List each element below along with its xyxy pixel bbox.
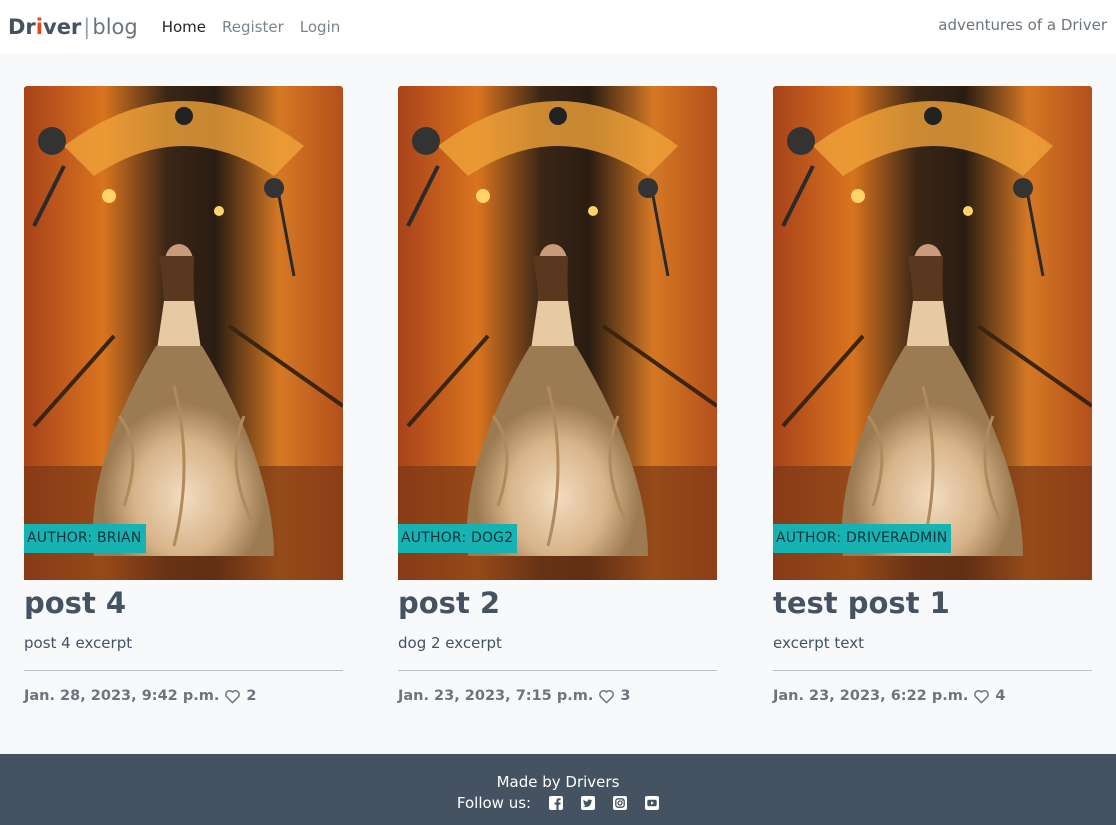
brand-logo[interactable]: Driver | blog xyxy=(8,15,138,39)
post-list: Author: Brian post 4 post 4 excerpt Jan.… xyxy=(24,86,1092,706)
nav-link-register[interactable]: Register xyxy=(222,18,284,36)
divider xyxy=(398,670,717,671)
post-photo xyxy=(398,86,717,580)
post-image[interactable]: Author: Brian xyxy=(24,86,343,580)
follow-label: Follow us: xyxy=(456,794,532,812)
post-photo xyxy=(773,86,1092,580)
divider xyxy=(773,670,1092,671)
post-title[interactable]: test post 1 xyxy=(773,586,1092,620)
heart-icon xyxy=(225,689,241,703)
post-title[interactable]: post 2 xyxy=(398,586,717,620)
like-count: 3 xyxy=(620,688,631,704)
post-excerpt: excerpt text xyxy=(773,634,864,652)
post-excerpt: post 4 excerpt xyxy=(24,634,133,652)
post-date: Jan. 28, 2023, 9:42 p.m. xyxy=(24,688,220,704)
post-date: Jan. 23, 2023, 6:22 p.m. xyxy=(773,688,969,704)
footer-credit: Made by Drivers xyxy=(496,773,620,791)
brand-name: Driver xyxy=(8,14,82,39)
footer-follow: Follow us: xyxy=(0,794,1116,812)
instagram-icon[interactable] xyxy=(613,796,628,810)
post-meta: Jan. 23, 2023, 7:15 p.m. 3 xyxy=(398,688,717,704)
nav-link-login[interactable]: Login xyxy=(300,18,340,36)
post-card: Author: dog2 post 2 dog 2 excerpt Jan. 2… xyxy=(398,86,717,704)
post-excerpt: dog 2 excerpt xyxy=(398,634,502,652)
post-photo xyxy=(24,86,343,580)
facebook-icon[interactable] xyxy=(549,796,564,810)
post-card: Author: Brian post 4 post 4 excerpt Jan.… xyxy=(24,86,343,704)
post-title[interactable]: post 4 xyxy=(24,586,343,620)
like-count: 4 xyxy=(995,688,1006,704)
post-date: Jan. 23, 2023, 7:15 p.m. xyxy=(398,688,594,704)
nav-links: Home Register Login xyxy=(162,18,341,36)
twitter-icon[interactable] xyxy=(581,796,596,810)
post-meta: Jan. 28, 2023, 9:42 p.m. 2 xyxy=(24,688,343,704)
navbar: Driver | blog Home Register Login advent… xyxy=(0,0,1116,53)
divider xyxy=(24,670,343,671)
post-meta: Jan. 23, 2023, 6:22 p.m. 4 xyxy=(773,688,1092,704)
heart-icon xyxy=(974,689,990,703)
youtube-icon[interactable] xyxy=(645,796,660,810)
author-badge: Author: dog2 xyxy=(398,524,518,553)
post-card: Author: driveradmin test post 1 excerpt … xyxy=(773,86,1092,704)
brand-separator: | xyxy=(83,14,91,39)
author-badge: Author: driveradmin xyxy=(773,524,952,553)
heart-icon xyxy=(599,689,615,703)
brand-suffix: blog xyxy=(92,14,138,39)
author-badge: Author: Brian xyxy=(24,524,146,553)
like-count: 2 xyxy=(246,688,257,704)
footer: Made by Drivers Follow us: xyxy=(0,754,1116,825)
post-image[interactable]: Author: driveradmin xyxy=(773,86,1092,580)
site-tagline: adventures of a Driver xyxy=(938,16,1107,34)
post-image[interactable]: Author: dog2 xyxy=(398,86,717,580)
nav-link-home[interactable]: Home xyxy=(162,18,206,36)
